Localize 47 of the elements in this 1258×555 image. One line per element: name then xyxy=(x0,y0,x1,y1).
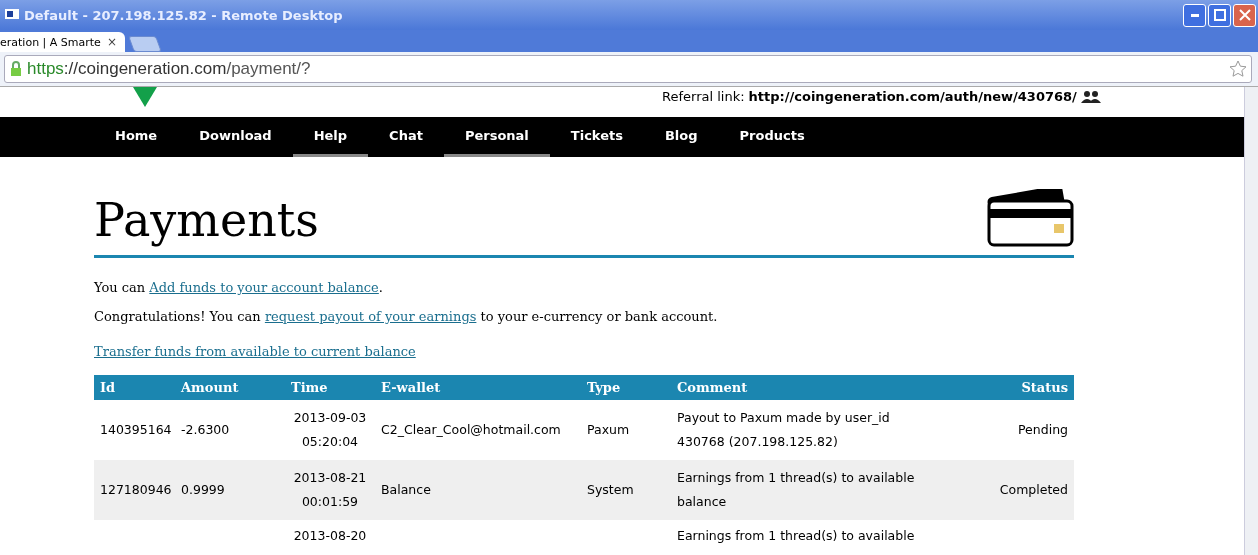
nav-link[interactable]: Blog xyxy=(643,117,719,157)
table-cell: Earnings from 1 thread(s) to available balance xyxy=(671,460,971,520)
users-icon xyxy=(1080,90,1101,103)
logo-triangle-icon xyxy=(133,87,157,107)
paragraph: You can Add funds to your account balance. xyxy=(94,280,384,295)
column-header: Id xyxy=(94,375,175,400)
scrollbar[interactable] xyxy=(1244,87,1258,555)
link[interactable]: Add funds to your account balance xyxy=(149,280,379,295)
referral-url: http://coingeneration.com/auth/new/430768/ xyxy=(748,89,1077,104)
credit-card-icon xyxy=(986,189,1074,247)
nav-link[interactable]: Help xyxy=(292,117,369,157)
table-cell: 2013-08-21 00:01:59 xyxy=(285,460,375,520)
remote-desktop-icon xyxy=(4,8,20,22)
paragraph: Congratulations! You can request payout of your earnings to your e-currency or bank account. xyxy=(94,309,719,324)
minimize-icon xyxy=(1190,13,1199,17)
new-tab-button[interactable] xyxy=(128,36,162,52)
star-icon[interactable] xyxy=(1229,60,1247,78)
table-cell: Completed xyxy=(971,460,1074,520)
column-header: Comment xyxy=(671,375,971,400)
window-title: Default - 207.198.125.82 - Remote Desktop xyxy=(24,7,344,23)
table-cell: System xyxy=(581,460,671,520)
nav-link[interactable]: Personal xyxy=(443,117,550,157)
nav-link[interactable]: Home xyxy=(94,117,179,157)
column-header: Status xyxy=(971,375,1074,400)
nav-link[interactable]: Tickets xyxy=(549,117,644,157)
lock-icon xyxy=(9,61,23,77)
nav-link[interactable]: Chat xyxy=(368,117,444,157)
nav-link[interactable]: Download xyxy=(178,117,293,157)
nav-link[interactable]: Products xyxy=(718,117,826,157)
referral-label: Referral link: xyxy=(662,89,745,104)
maximize-button[interactable] xyxy=(1208,3,1231,27)
column-header: Type xyxy=(581,375,671,400)
table-cell: Balance xyxy=(375,460,581,520)
address-field[interactable]: https://coingeneration.com/payment/? xyxy=(4,55,1252,83)
column-header: Amount xyxy=(175,375,285,400)
close-icon xyxy=(1238,9,1251,21)
link[interactable]: Transfer funds from available to current balance xyxy=(94,344,416,359)
close-button[interactable] xyxy=(1233,3,1256,27)
browser-tab[interactable]: eration | A Smarte × xyxy=(0,32,125,52)
column-header: Time xyxy=(285,375,375,400)
column-header: E-wallet xyxy=(375,375,581,400)
page-title: Payments xyxy=(94,193,319,247)
maximize-icon xyxy=(1213,9,1226,21)
table-cell: 0.9999 xyxy=(175,460,285,520)
link[interactable]: request payout of your earnings xyxy=(264,309,477,324)
minimize-button[interactable] xyxy=(1183,3,1206,27)
table-cell: 127180946 xyxy=(94,460,175,520)
